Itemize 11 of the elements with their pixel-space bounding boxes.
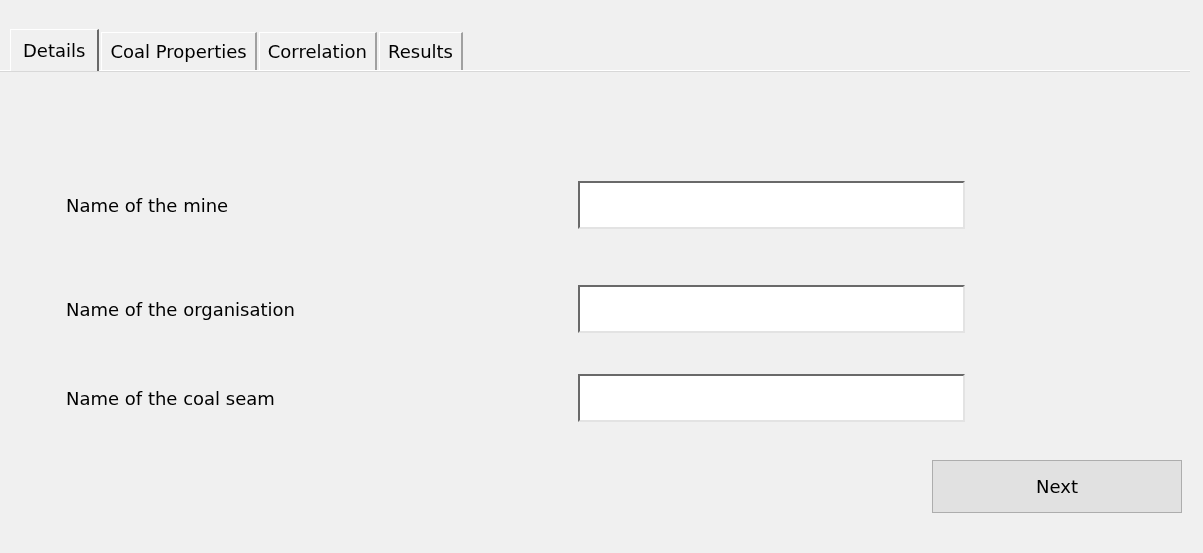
field-label: Name of the mine xyxy=(66,194,230,216)
input-field[interactable] xyxy=(578,285,965,333)
input-field[interactable] xyxy=(578,374,965,422)
tab[interactable]: Coal Properties xyxy=(101,32,257,70)
input-field[interactable] xyxy=(578,181,965,229)
tab[interactable]: Correlation xyxy=(258,32,377,70)
tab[interactable]: Results xyxy=(379,32,463,70)
field-label: Name of the organisation xyxy=(66,298,296,320)
field-label: Name of the coal seam xyxy=(66,387,276,409)
next-button[interactable]: Next xyxy=(932,460,1182,513)
tab[interactable]: Details xyxy=(10,29,100,71)
